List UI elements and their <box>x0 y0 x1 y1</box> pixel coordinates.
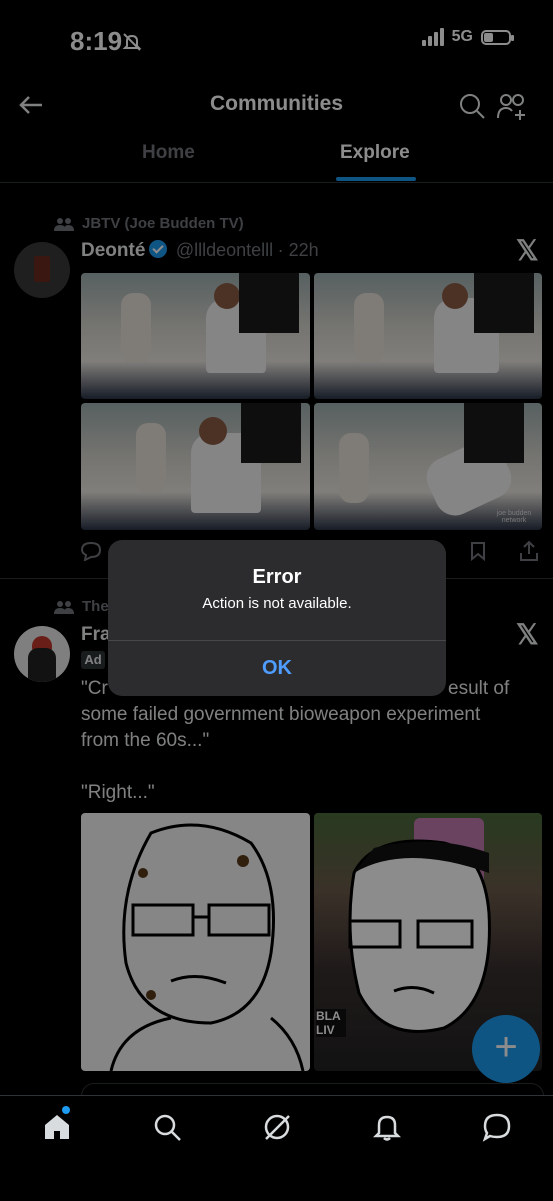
dialog-message: Action is not available. <box>202 595 352 612</box>
messages-icon[interactable] <box>482 1112 512 1142</box>
dialog-title: Error <box>252 566 302 588</box>
grok-icon[interactable] <box>262 1112 292 1142</box>
ok-button[interactable]: OK <box>108 640 446 696</box>
bottom-tab-bar <box>0 1095 553 1201</box>
notification-dot <box>62 1106 70 1114</box>
home-icon[interactable] <box>42 1106 72 1142</box>
error-dialog: Error Action is not available. OK <box>108 540 446 696</box>
search-nav-icon[interactable] <box>152 1112 182 1142</box>
notifications-bell-icon[interactable] <box>372 1112 402 1142</box>
